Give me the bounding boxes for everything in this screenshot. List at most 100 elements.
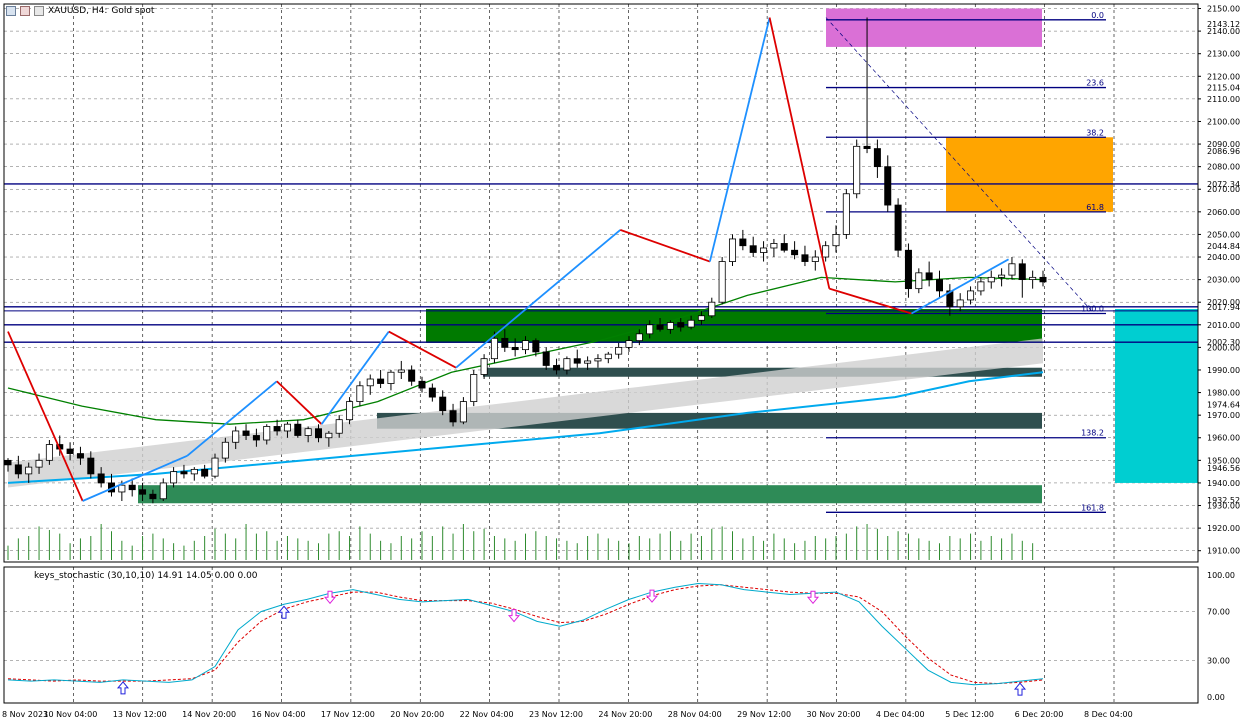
y-tick-label: 2120.00: [1207, 72, 1240, 81]
price-label: 1974.64: [1207, 401, 1240, 410]
y-tick-label: 2130.00: [1207, 50, 1240, 59]
candle-body: [76, 453, 84, 459]
candle-body: [418, 380, 426, 389]
candle-body: [459, 401, 467, 423]
candle-body: [45, 444, 53, 461]
candle-body: [128, 484, 136, 491]
candle-body: [604, 353, 612, 360]
x-tick-label: 6 Dec 20:00: [1015, 710, 1064, 719]
candle-body: [935, 279, 944, 292]
stoch-y-tick-label: 100.00: [1207, 571, 1235, 580]
candle-body: [294, 423, 302, 436]
zone-orange: [946, 137, 1113, 212]
y-tick-label: 1980.00: [1207, 389, 1240, 398]
x-tick-label: 8 Nov 2023: [2, 710, 48, 719]
y-tick-label: 1940.00: [1207, 479, 1240, 488]
x-tick-label: 28 Nov 04:00: [668, 710, 722, 719]
candle-body: [832, 234, 840, 247]
chart-title-bar: XAUUSD, H4: Gold spot: [6, 6, 154, 16]
chart-canvas[interactable]: 0.0 23.6 38.2 61.8 100.0 138.2 161.8 2150.00 21…: [0, 0, 1252, 723]
candle-body: [915, 272, 923, 290]
chart-template-icon[interactable]: [34, 6, 44, 16]
candle-body: [904, 249, 912, 290]
candle-body: [697, 315, 705, 321]
price-label: 2072.34: [1207, 180, 1240, 189]
x-tick-label: 16 Nov 04:00: [252, 710, 306, 719]
chart-window-icon[interactable]: [6, 6, 16, 16]
candle-body: [967, 290, 975, 301]
candle-body: [180, 471, 188, 475]
x-tick-label: 13 Nov 12:00: [113, 710, 167, 719]
candle-body: [1039, 276, 1047, 283]
candle-body: [780, 243, 788, 251]
candle-body: [1008, 263, 1016, 276]
stoch-sell-arrow: [645, 589, 659, 603]
candle-body: [666, 322, 674, 330]
candle-body: [356, 385, 364, 403]
price-label: 2002.30: [1207, 338, 1240, 347]
candle-body: [387, 371, 395, 384]
zone-magenta: [826, 8, 1042, 47]
candle-body: [708, 301, 716, 317]
y-tick-label: 2150.00: [1207, 5, 1240, 14]
candle-body: [408, 369, 416, 382]
y-tick-label: 1960.00: [1207, 434, 1240, 443]
x-tick-label: 20 Nov 20:00: [390, 710, 444, 719]
candle-body: [377, 378, 385, 384]
candle-body: [822, 245, 830, 258]
stoch-buy-arrow: [1013, 682, 1027, 696]
x-tick-label: 30 Nov 20:00: [807, 710, 861, 719]
zigzag-down-segment: [768, 17, 831, 289]
candle-body: [501, 337, 509, 348]
fib-level-label: 61.8: [1086, 203, 1104, 212]
candle-body: [1018, 263, 1026, 281]
candle-body: [304, 428, 312, 436]
candle-body: [894, 204, 902, 251]
x-tick-label: 5 Dec 12:00: [945, 710, 994, 719]
candle-body: [584, 360, 592, 364]
candle-body: [521, 340, 530, 351]
x-tick-label: 22 Nov 04:00: [460, 710, 514, 719]
fib-level-label: 100.0: [1081, 304, 1104, 313]
chart-settings-icon[interactable]: [20, 6, 30, 16]
candle-body: [873, 148, 881, 168]
candle-body: [397, 369, 405, 373]
candle-body: [490, 337, 498, 360]
fib-level-label: 38.2: [1086, 128, 1104, 137]
zone-cyan: [1115, 308, 1198, 483]
x-tick-label: 4 Dec 04:00: [876, 710, 925, 719]
fib-level-label: 23.6: [1086, 79, 1104, 88]
candle-body: [314, 428, 323, 439]
symbol-label: XAUUSD, H4:: [48, 6, 108, 16]
candle-body: [325, 432, 333, 439]
candle-body: [553, 365, 561, 371]
candle-body: [594, 358, 602, 362]
y-tick-label: 2080.00: [1207, 163, 1240, 172]
candle-body: [201, 468, 209, 477]
price-pane[interactable]: 0.0 23.6 38.2 61.8 100.0 138.2 161.8: [4, 4, 1198, 562]
stoch-buy-arrow: [116, 681, 130, 695]
candle-body: [211, 457, 219, 477]
candle-body: [221, 441, 229, 459]
price-label: 2044.84: [1207, 242, 1240, 251]
candle-body: [573, 358, 581, 364]
candle-body: [14, 464, 22, 475]
stochastic-pane[interactable]: [4, 567, 1198, 703]
stoch-y-tick-label: 30.00: [1207, 656, 1230, 665]
candle-body: [25, 466, 33, 475]
candle-body: [739, 238, 747, 247]
candle-body: [884, 166, 892, 206]
candle-body: [760, 247, 768, 253]
stoch-y-tick-label: 0.00: [1207, 693, 1225, 702]
candle-body: [677, 322, 685, 328]
candle-body: [139, 489, 147, 495]
candle-body: [646, 324, 654, 335]
candle-body: [283, 423, 291, 432]
fib-level-label: 161.8: [1081, 503, 1104, 512]
candle-body: [159, 482, 167, 500]
zigzag-down-segment: [276, 380, 323, 425]
price-label: 1946.56: [1207, 464, 1240, 473]
y-tick-label: 1970.00: [1207, 411, 1240, 420]
price-label: 2017.94: [1207, 303, 1240, 312]
candle-body: [728, 238, 737, 262]
